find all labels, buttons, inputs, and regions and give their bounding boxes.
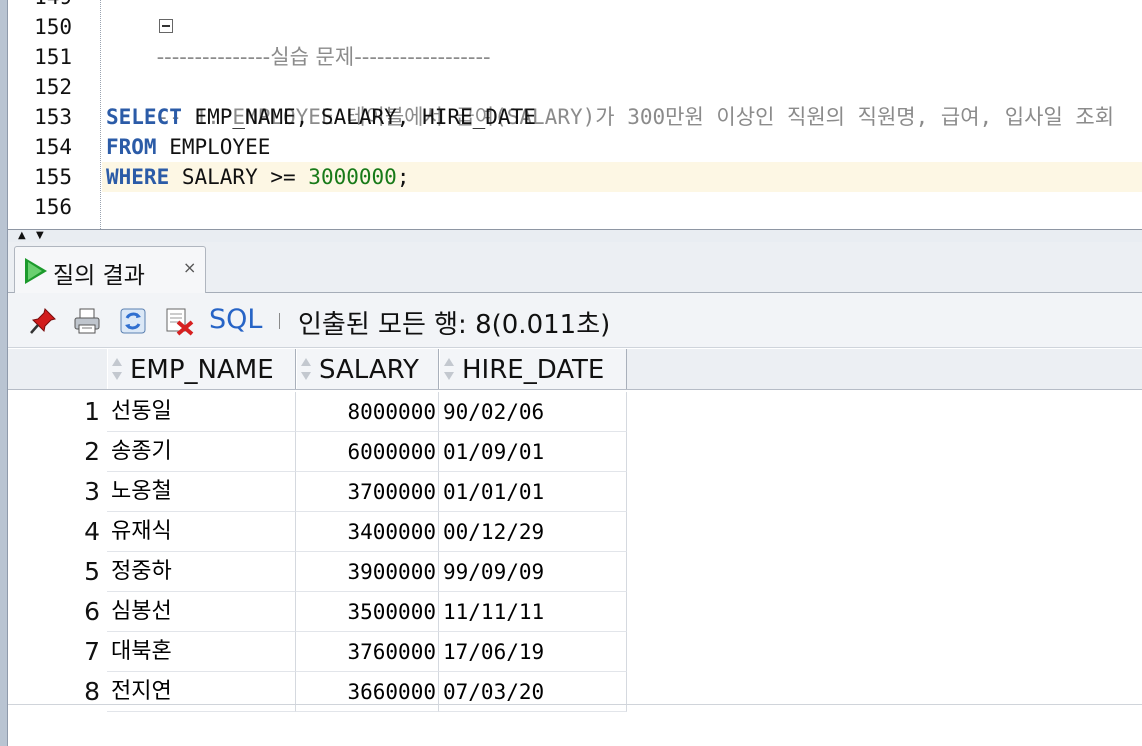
cell-emp-name[interactable]: 선동일 (107, 392, 296, 432)
cell-salary[interactable]: 3900000 (296, 552, 439, 592)
cell-hire-date[interactable]: 07/03/20 (439, 672, 627, 712)
column-header-label: SALARY (319, 355, 419, 385)
statement-terminator: ; (396, 165, 410, 189)
row-number: 7 (84, 637, 100, 666)
cell-hire-date[interactable]: 01/01/01 (439, 472, 627, 512)
pin-icon[interactable] (28, 306, 58, 336)
panel-splitter[interactable]: ▲ ▼ (8, 229, 1142, 243)
query-result-panel: 질의 결과 × SQL 인출된 모든 행: 8(0.011초) EMP_NAME… (8, 242, 1142, 746)
result-tab-strip: 질의 결과 × (8, 242, 1142, 293)
toolbar-separator (279, 313, 280, 329)
tab-query-result[interactable]: 질의 결과 × (14, 246, 206, 293)
cell-salary[interactable]: 3500000 (296, 592, 439, 632)
line-number: 153 (34, 105, 72, 129)
cell-emp-name[interactable]: 전지연 (107, 672, 296, 712)
select-columns: EMP_NAME, SALARY, HIRE_DATE (181, 105, 536, 129)
line-number: 151 (34, 45, 72, 69)
row-number: 3 (84, 477, 100, 506)
row-number: 8 (84, 677, 100, 706)
tab-label: 질의 결과 (53, 263, 145, 289)
column-header-label: EMP_NAME (130, 355, 274, 385)
line-number: 156 (34, 195, 72, 219)
line-number: 154 (34, 135, 72, 159)
refresh-icon[interactable] (118, 306, 148, 336)
section-comment: ---------------실습 문제------------------ (156, 45, 491, 69)
keyword-select: SELECT (106, 105, 182, 129)
sort-icon (300, 358, 312, 380)
sort-icon (111, 358, 123, 380)
cell-emp-name[interactable]: 유재식 (107, 512, 296, 552)
code-line-155-current[interactable]: WHERE SALARY >= 3000000; (102, 162, 1142, 192)
fetch-status: 인출된 모든 행: 8(0.011초) (298, 310, 611, 340)
row-number: 1 (84, 397, 100, 426)
clear-icon[interactable] (164, 306, 194, 336)
splitter-up-arrow-icon[interactable]: ▲ (18, 231, 26, 241)
column-header-emp-name[interactable]: EMP_NAME (107, 349, 296, 389)
column-header-label: HIRE_DATE (462, 355, 605, 385)
where-condition: SALARY >= (169, 165, 309, 189)
cell-hire-date[interactable]: 01/09/01 (439, 432, 627, 472)
row-number: 2 (84, 437, 100, 466)
run-play-icon (25, 258, 47, 284)
view-sql-button[interactable]: SQL (209, 304, 262, 335)
row-number: 5 (84, 557, 100, 586)
column-header-salary[interactable]: SALARY (296, 349, 439, 389)
cell-hire-date[interactable]: 99/09/09 (439, 552, 627, 592)
fold-guide (100, 0, 101, 229)
numeric-literal: 3000000 (308, 165, 397, 189)
cell-salary[interactable]: 3760000 (296, 632, 439, 672)
cell-emp-name[interactable]: 심봉선 (107, 592, 296, 632)
result-grid[interactable]: EMP_NAME SALARY HIRE_DATE 1 선동일 8000000 … (8, 349, 1142, 746)
row-number: 4 (84, 517, 100, 546)
cell-hire-date[interactable]: 11/11/11 (439, 592, 627, 632)
cell-hire-date[interactable]: 00/12/29 (439, 512, 627, 552)
grid-bottom-border (8, 704, 1142, 705)
cell-hire-date[interactable]: 17/06/19 (439, 632, 627, 672)
sort-icon (443, 358, 455, 380)
window-left-edge (0, 0, 8, 746)
line-number-gutter: 149 150 151 152 153 154 155 156 (8, 0, 78, 229)
keyword-where: WHERE (106, 165, 170, 189)
line-number: 149 (34, 0, 72, 12)
column-header-hire-date[interactable]: HIRE_DATE (439, 349, 627, 389)
cell-salary[interactable]: 6000000 (296, 432, 439, 472)
from-table: EMPLOYEE (156, 135, 271, 159)
keyword-from: FROM (106, 135, 157, 159)
line-number: 152 (34, 75, 72, 99)
print-icon[interactable] (72, 306, 102, 336)
grid-header-row: EMP_NAME SALARY HIRE_DATE (8, 349, 1142, 390)
row-number: 6 (84, 597, 100, 626)
fold-column (78, 0, 173, 229)
cell-emp-name[interactable]: 정중하 (107, 552, 296, 592)
code-line-153[interactable]: SELECT EMP_NAME, SALARY, HIRE_DATE (106, 102, 536, 132)
result-toolbar: SQL 인출된 모든 행: 8(0.011초) (8, 293, 1142, 348)
cell-emp-name[interactable]: 송종기 (107, 432, 296, 472)
sql-worksheet-editor[interactable]: 149 150 151 152 153 154 155 156 --------… (0, 0, 1142, 229)
splitter-down-arrow-icon[interactable]: ▼ (36, 231, 44, 241)
code-line-150[interactable]: ---------------실습 문제------------------ (106, 12, 491, 69)
cell-emp-name[interactable]: 노옹철 (107, 472, 296, 512)
cell-hire-date[interactable]: 90/02/06 (439, 392, 627, 432)
cell-salary[interactable]: 3700000 (296, 472, 439, 512)
cell-emp-name[interactable]: 대북혼 (107, 632, 296, 672)
code-line-152[interactable]: -- 1. EMPLOYEE 테이블에서 급여(SALARY)가 300만원 이… (106, 72, 1114, 129)
tab-close-icon[interactable]: × (183, 258, 196, 277)
cell-salary[interactable]: 8000000 (296, 392, 439, 432)
cell-salary[interactable]: 3400000 (296, 512, 439, 552)
line-number: 155 (34, 165, 72, 189)
line-number: 150 (34, 15, 72, 39)
cell-salary[interactable]: 3660000 (296, 672, 439, 712)
code-line-154[interactable]: FROM EMPLOYEE (106, 132, 270, 162)
